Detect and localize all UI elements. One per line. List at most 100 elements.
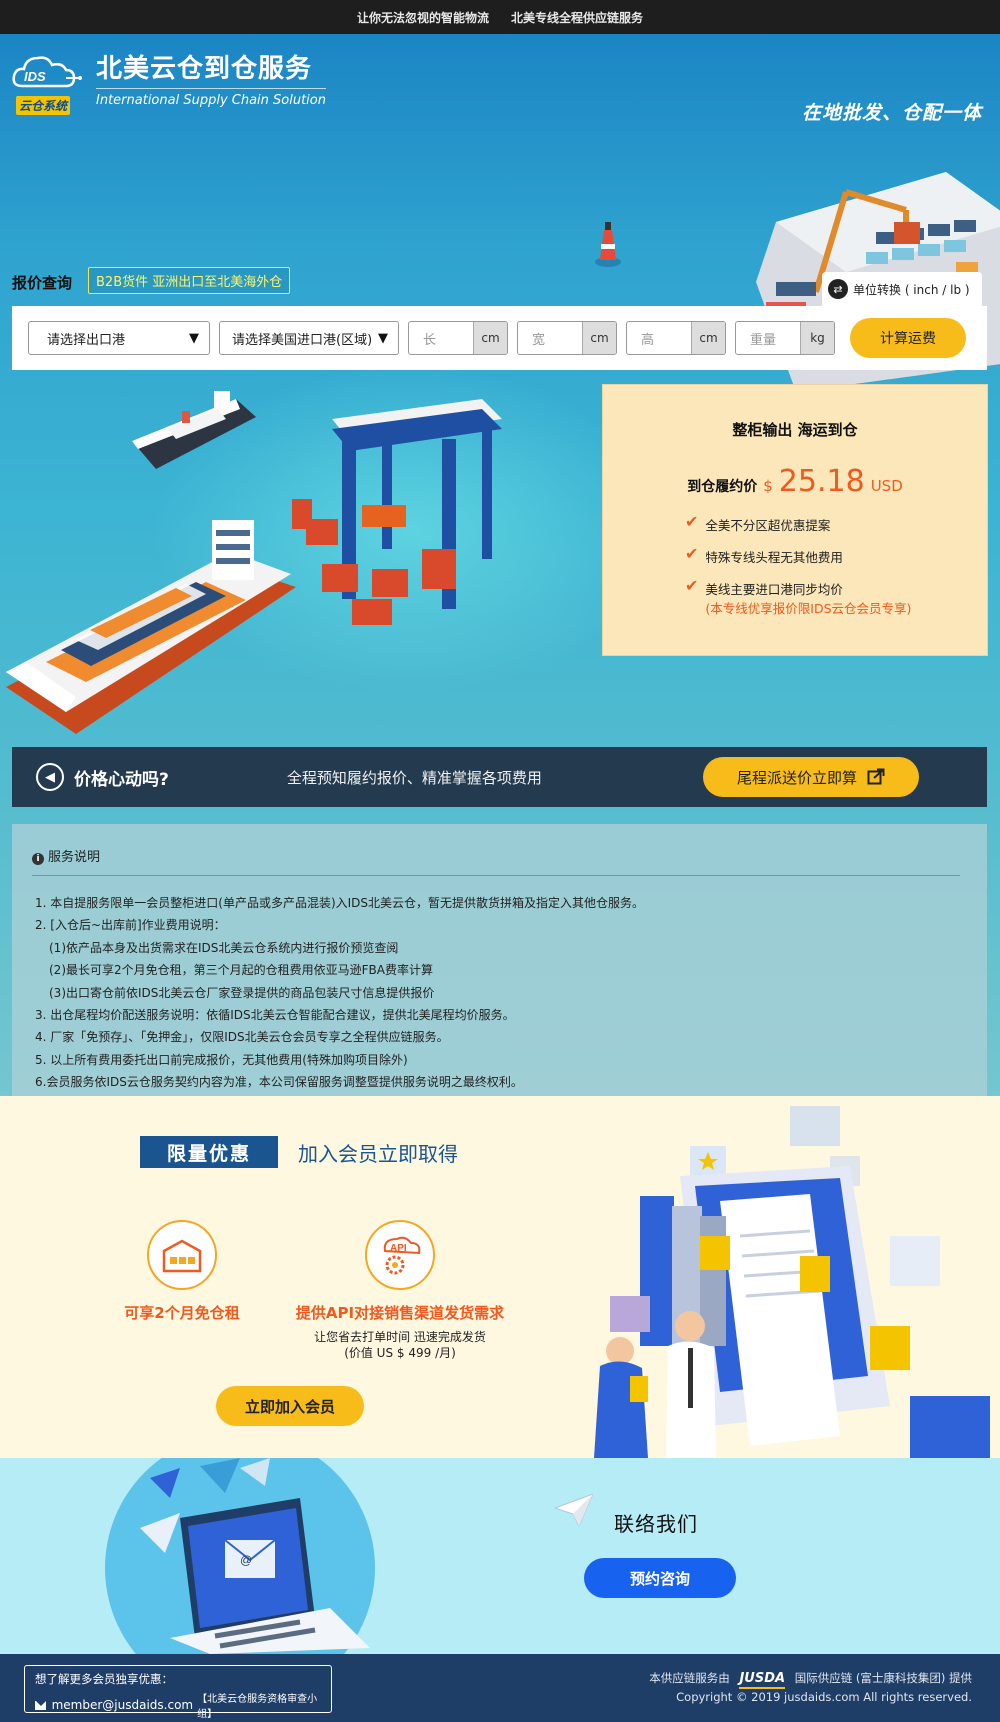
service-item: 1. 本自提服务限单一会员整柜进口(单产品或多产品混装)入IDS北美云仓，暂无提…: [35, 896, 645, 910]
check-icon: ✔: [685, 576, 699, 595]
provider-prefix: 本供应链服务由: [649, 1671, 730, 1685]
unit-toggle-button[interactable]: ⇄ 单位转换 ( inch / lb ): [822, 272, 982, 306]
dest-port-select[interactable]: 请选择美国进口港(区域) ▼: [219, 321, 399, 355]
copyright: Copyright © 2019 jusdaids.com All rights…: [676, 1690, 972, 1704]
site-subtitle: International Supply Chain Solution: [96, 93, 326, 108]
mail-icon: [35, 1700, 46, 1710]
members-illustration: [594, 1106, 990, 1458]
price-currency: $: [763, 477, 773, 495]
contact-section: @ 联络我们 预约咨询: [0, 1458, 1000, 1654]
height-input[interactable]: 高 cm: [626, 321, 726, 355]
service-description: i 服务说明 1. 本自提服务限单一会员整柜进口(单产品或多产品混装)入IDS北美…: [12, 824, 987, 1096]
quote-category-tag: B2B货件 亚洲出口至北美海外仓: [88, 267, 291, 294]
member-contact-title: 想了解更多会员独享优惠：: [35, 1672, 173, 1686]
service-item: 5. 以上所有费用委托出口前完成报价，无其他费用(特殊加购项目除外): [35, 1052, 408, 1067]
price-card: 整柜输出 海运到仓 到仓履约价 $ 25.18 USD ✔ 全美不分区超优惠提案…: [602, 384, 988, 656]
price-card-title: 整柜输出 海运到仓: [732, 421, 858, 439]
feature-item: ✔ 全美不分区超优惠提案: [685, 512, 987, 534]
feature-note: (本专线优享报价限IDS云仓会员专享): [705, 601, 912, 616]
height-placeholder[interactable]: 高: [627, 322, 691, 354]
benefit-free-storage-title: 可享2个月免仓租: [124, 1304, 240, 1322]
service-item: 6.会员服务依IDS云仓服务契约内容为准，本公司保留服务调整暨提供服务说明之最终…: [35, 1075, 523, 1090]
dropdown-arrow-icon: ▼: [378, 330, 388, 346]
service-subitem: (1)依产品本身及出货需求在IDS北美云仓系统内进行报价预览查阅: [49, 940, 399, 955]
service-subitem: (3)出口寄仓前依IDS北美云仓厂家登录提供的商品包装尺寸信息提供报价: [49, 985, 435, 1000]
benefit-api-price: (价值 US $ 499 /月): [344, 1346, 456, 1360]
dropdown-arrow-icon: ▼: [189, 330, 199, 346]
limited-offer-badge: 限量优惠: [140, 1136, 278, 1168]
service-subitem: (2)最长可享2个月免仓租，第三个月起的仓租费用依亚马逊FBA费率计算: [49, 963, 433, 978]
feature-text: 全美不分区超优惠提案: [705, 518, 831, 533]
warehouse-icon: [147, 1220, 217, 1290]
price-label: 到仓履约价: [687, 479, 758, 495]
service-item: 3. 出仓尾程均价配送服务说明：依循IDS北美云仓智能配合建议，提供北美尾程均价…: [35, 1008, 515, 1023]
provider-suffix: 国际供应链 (富士康科技集团) 提供: [794, 1671, 972, 1685]
cargo-ship-illustration: [6, 520, 296, 734]
price-features: ✔ 全美不分区超优惠提案 ✔ 特殊专线头程无其他费用 ✔ 美线主要进口港同步均价…: [603, 512, 987, 617]
service-heading-text: 服务说明: [48, 850, 101, 865]
hero-slogan: 在地批发、仓配一体: [801, 102, 982, 124]
top-bar: 让你无法忽视的智能物流 北美专线全程供应链服务: [0, 0, 1000, 34]
review-group-label: 【北美云仓服务资格审查小组】: [197, 1694, 318, 1720]
svg-text:API: API: [390, 1243, 407, 1254]
height-unit: cm: [691, 322, 725, 354]
dest-port-value: 请选择美国进口港(区域): [232, 332, 373, 348]
logo-mark: IDS 云仓系统: [12, 48, 84, 118]
book-consultation-button[interactable]: 预约咨询: [584, 1558, 736, 1598]
megaphone-icon: ◀: [36, 763, 64, 791]
feature-item: ✔ 特殊专线头程无其他费用: [685, 544, 987, 566]
width-unit: cm: [582, 322, 616, 354]
logo-text: 北美云仓到仓服务 International Supply Chain Solu…: [96, 48, 326, 108]
length-unit: cm: [473, 322, 507, 354]
origin-port-select[interactable]: 请选择出口港 ▼: [28, 321, 210, 355]
service-heading: i 服务说明: [32, 846, 960, 876]
topbar-service: 北美专线全程供应链服务: [511, 10, 644, 25]
benefit-free-storage: 可享2个月免仓租: [112, 1220, 252, 1323]
price-row: 到仓履约价 $ 25.18 USD: [603, 464, 987, 499]
footer-credits: 本供应链服务由 JUSDA 国际供应链 (富士康科技集团) 提供 Copyrig…: [649, 1670, 972, 1705]
width-placeholder[interactable]: 宽: [518, 322, 582, 354]
svg-text:IDS: IDS: [24, 69, 46, 84]
check-icon: ✔: [685, 512, 699, 531]
benefit-api-desc: 让您省去打单时间 迅速完成发货: [314, 1330, 486, 1344]
member-email-link[interactable]: member@jusdaids.com: [52, 1698, 194, 1712]
member-headline: 加入会员立即取得: [298, 1142, 458, 1166]
info-icon: i: [32, 853, 44, 865]
benefit-api: API 提供API对接销售渠道发货需求 让您省去打单时间 迅速完成发货 (价值 …: [280, 1220, 520, 1361]
weight-placeholder[interactable]: 重量: [736, 322, 800, 354]
topbar-tagline: 让你无法忽视的智能物流: [356, 10, 489, 25]
member-email-line: member@jusdaids.com 【北美云仓服务资格审查小组】: [35, 1690, 321, 1720]
feature-text-block: 美线主要进口港同步均价 (本专线优享报价限IDS云仓会员专享): [705, 579, 911, 617]
feature-text: 美线主要进口港同步均价: [705, 582, 843, 597]
contact-title: 联络我们: [614, 1512, 698, 1536]
price-unit: USD: [870, 477, 903, 495]
site-title: 北美云仓到仓服务: [96, 48, 326, 89]
hero-section: IDS 云仓系统 北美云仓到仓服务 International Supply C…: [0, 34, 1000, 1096]
service-item: 2. [入仓后~出库前]作业费用说明：: [35, 918, 226, 933]
unit-toggle-label: 单位转换 ( inch / lb ): [853, 282, 970, 297]
check-icon: ✔: [685, 544, 699, 563]
feature-text: 特殊专线头程无其他费用: [705, 550, 843, 565]
jusda-logo: JUSDA: [739, 1671, 786, 1689]
gantry-crane-illustration: [292, 399, 502, 625]
calculate-freight-button[interactable]: 计算运费: [850, 318, 966, 358]
last-mile-quote-label: 尾程派送价立即算: [736, 768, 857, 787]
price-value: 25.18: [778, 464, 865, 499]
site-logo[interactable]: IDS 云仓系统 北美云仓到仓服务 International Supply C…: [12, 48, 326, 118]
price-banner: ◀ 价格心动吗? 全程预知履约报价、精准掌握各项费用 尾程派送价立即算: [12, 747, 987, 807]
last-mile-quote-button[interactable]: 尾程派送价立即算: [703, 757, 919, 797]
svg-text:@: @: [240, 1553, 252, 1567]
weight-unit: kg: [800, 322, 834, 354]
width-input[interactable]: 宽 cm: [517, 321, 617, 355]
buoy-illustration: [595, 222, 621, 267]
swap-icon: ⇄: [828, 279, 848, 299]
banner-subtitle: 全程预知履约报价、精准掌握各项费用: [286, 768, 542, 787]
service-item: 4. 厂家「免预存」、「免押金」，仅限IDS北美云仓会员专享之全程供应链服务。: [35, 1030, 449, 1045]
weight-input[interactable]: 重量 kg: [735, 321, 835, 355]
length-placeholder[interactable]: 长: [409, 322, 473, 354]
service-list: 1. 本自提服务限单一会员整柜进口(单产品或多产品混装)入IDS北美云仓，暂无提…: [32, 892, 965, 1094]
provider-line: 本供应链服务由 JUSDA 国际供应链 (富士康科技集团) 提供: [649, 1670, 972, 1689]
member-contact-box: 想了解更多会员独享优惠： member@jusdaids.com 【北美云仓服务…: [24, 1665, 332, 1720]
length-input[interactable]: 长 cm: [408, 321, 508, 355]
join-member-button[interactable]: 立即加入会员: [216, 1386, 364, 1426]
